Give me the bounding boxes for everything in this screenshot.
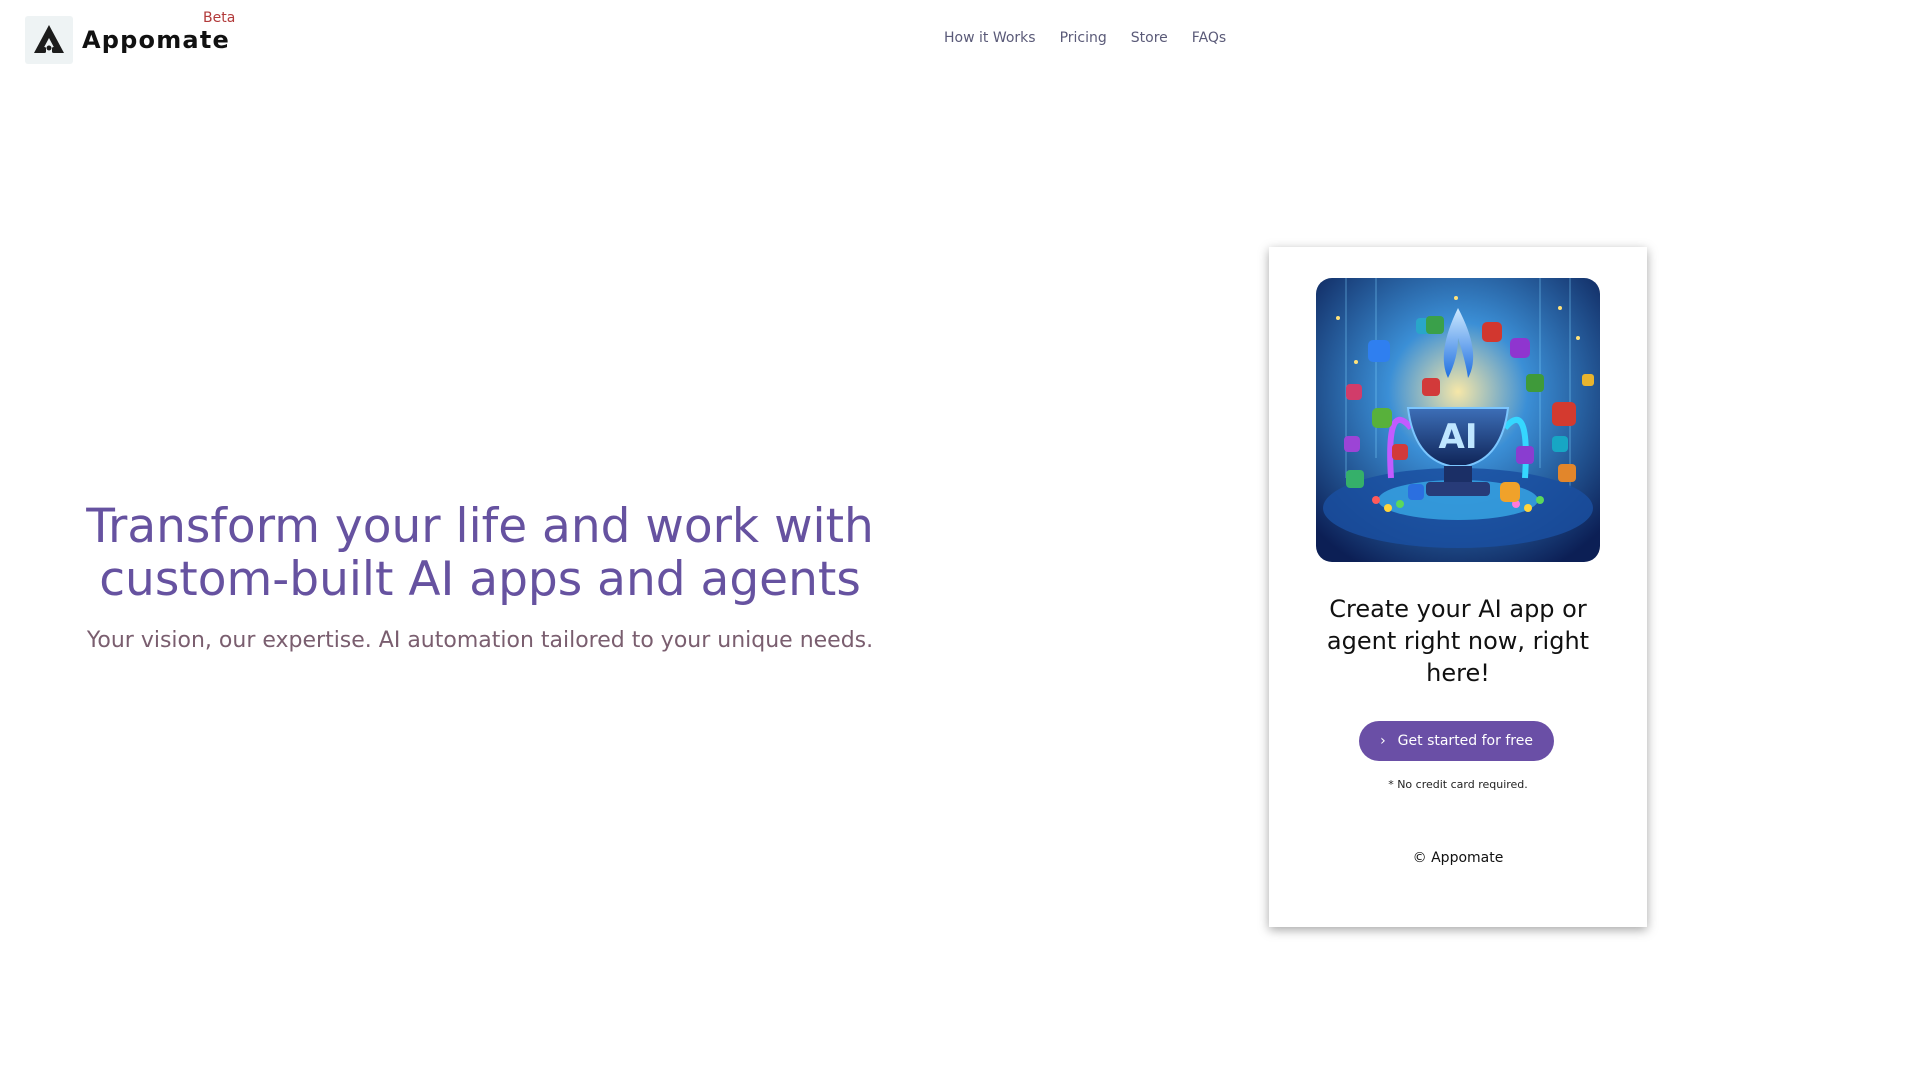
ai-fountain-illustration: AI [1316,278,1600,562]
nav-store[interactable]: Store [1131,30,1168,46]
hero-title: Transform your life and work with custom… [86,499,874,607]
get-started-button[interactable]: › Get started for free [1359,721,1554,761]
brand-name: Appomate [82,26,230,54]
nav-pricing[interactable]: Pricing [1060,30,1107,46]
hero-subtitle: Your vision, our expertise. AI automatio… [86,628,874,653]
signup-card: AI Create your AI app or agent right now… [1269,247,1647,927]
card-title: Create your AI app or agent right now, r… [1326,595,1590,687]
main-nav: How it Works Pricing Store FAQs [944,30,1226,46]
no-credit-card-note: * No credit card required. [1388,778,1528,791]
hero: Transform your life and work with custom… [80,500,880,653]
header: Appomate Beta How it Works Pricing Store… [0,0,1920,80]
nav-how-it-works[interactable]: How it Works [944,30,1036,46]
get-started-label: Get started for free [1397,733,1533,749]
page: Appomate Beta How it Works Pricing Store… [0,0,1920,1080]
ai-label: AI [1439,417,1478,457]
appomate-logo-icon [25,16,73,64]
chevron-right-icon: › [1380,733,1386,749]
brand-link[interactable]: Appomate [25,16,230,64]
copyright: © Appomate [1412,850,1504,866]
beta-badge: Beta [203,10,236,26]
nav-faqs[interactable]: FAQs [1192,30,1226,46]
